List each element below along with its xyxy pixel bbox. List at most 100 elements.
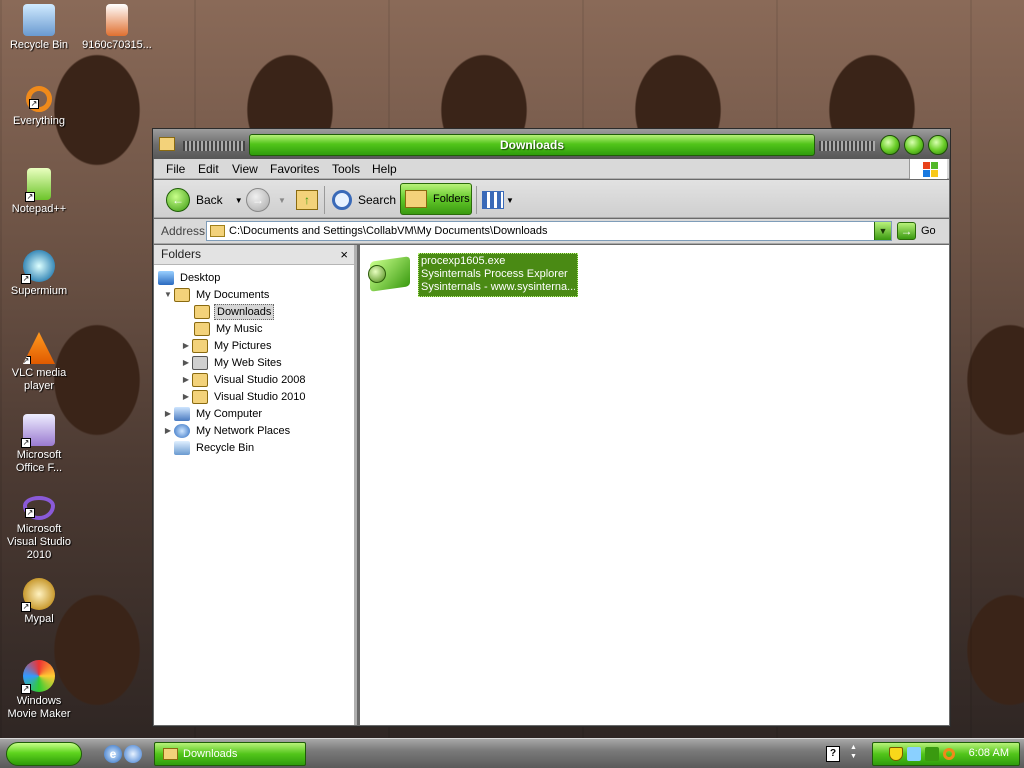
tree-item-visual-studio-2008[interactable]: ▶ Visual Studio 2008 (180, 371, 308, 388)
tree-item-my-computer[interactable]: ▶ My Computer (162, 405, 264, 422)
safely-remove-icon[interactable] (925, 747, 939, 761)
address-label: Address (161, 224, 206, 238)
menu-bar: File Edit View Favorites Tools Help (154, 159, 949, 179)
close-icon[interactable]: × (340, 245, 348, 264)
search-button[interactable]: Search (332, 187, 396, 213)
menu-file[interactable]: File (166, 162, 185, 176)
desktop-icon-recycle-bin[interactable]: Recycle Bin (0, 4, 78, 52)
network-icon[interactable] (907, 747, 921, 761)
address-input[interactable]: C:\Documents and Settings\CollabVM\My Do… (206, 221, 892, 241)
menu-edit[interactable]: Edit (198, 162, 219, 176)
toolbar-separator (476, 186, 477, 214)
go-arrow-icon: → (897, 222, 916, 240)
folder-icon (194, 304, 210, 319)
folders-button[interactable]: Folders (400, 183, 472, 215)
desktop-icon-notepadpp[interactable]: ↗ Notepad++ (0, 168, 78, 216)
go-label: Go (921, 225, 936, 237)
address-bar: Address C:\Documents and Settings\Collab… (154, 219, 949, 244)
title-bar[interactable]: Downloads (153, 129, 950, 159)
clock[interactable]: 6:08 AM (969, 747, 1009, 759)
tree-item-my-network-places[interactable]: ▶ My Network Places (162, 422, 292, 439)
desktop-icon-supermium[interactable]: ↗ Supermium (0, 250, 78, 298)
expand-arrow-icon[interactable]: ▶ (162, 409, 174, 418)
desktop-icon-visual-studio[interactable]: ↗ Microsoft Visual Studio 2010 (0, 496, 78, 562)
expand-arrow-icon[interactable]: ▶ (162, 426, 174, 435)
process-explorer-icon (366, 253, 414, 297)
music-folder-icon (194, 321, 210, 336)
expand-arrow-icon[interactable]: ▶ (180, 392, 192, 401)
expand-arrow-icon[interactable]: ▶ (180, 375, 192, 384)
file-list-pane[interactable]: procexp1605.exe Sysinternals Process Exp… (360, 245, 949, 725)
close-button[interactable] (928, 135, 948, 155)
tree-item-visual-studio-2010[interactable]: ▶ Visual Studio 2010 (180, 388, 308, 405)
expand-arrow-icon[interactable]: ▶ (180, 358, 192, 367)
internet-explorer-icon[interactable]: e (104, 745, 122, 763)
taskbar-button-label: Downloads (183, 748, 238, 760)
views-button[interactable]: ▼ (482, 187, 514, 213)
desktop-icon-vlc[interactable]: ↗ VLC media player (0, 332, 78, 393)
file-name: procexp1605.exe (421, 255, 506, 267)
tree-item-my-documents[interactable]: ▼ My Documents (162, 286, 271, 303)
internet-explorer-quicklaunch-icon[interactable] (124, 745, 142, 763)
menu-help[interactable]: Help (372, 162, 397, 176)
archive-file-icon (106, 4, 128, 36)
go-button[interactable]: → Go (897, 222, 936, 240)
folders-pane-header: Folders × (154, 245, 354, 265)
help-icon[interactable]: ? (826, 746, 840, 762)
start-button[interactable] (6, 742, 82, 766)
search-icon (332, 190, 352, 210)
desktop-icon-archive[interactable]: 9160c70315... (78, 4, 156, 52)
my-documents-icon (174, 287, 190, 302)
tree-item-my-web-sites[interactable]: ▶ My Web Sites (180, 354, 284, 371)
tree-item-my-pictures[interactable]: ▶ My Pictures (180, 337, 273, 354)
mypal-browser-icon: ↗ (21, 578, 55, 612)
folders-label: Folders (433, 193, 470, 205)
taskbar-button-downloads[interactable]: Downloads (154, 742, 306, 766)
file-item[interactable]: procexp1605.exe Sysinternals Process Exp… (366, 253, 578, 297)
notepad-plus-plus-icon: ↗ (25, 168, 51, 202)
file-details: procexp1605.exe Sysinternals Process Exp… (418, 253, 578, 297)
views-dropdown-icon[interactable]: ▼ (506, 196, 514, 205)
menu-favorites[interactable]: Favorites (270, 162, 319, 176)
tree-item-downloads[interactable]: Downloads (194, 303, 275, 320)
back-arrow-icon: ← (166, 188, 190, 212)
title-grip-right (819, 141, 875, 151)
folders-pane: Folders × Desktop ▼ My Documents Downloa… (154, 245, 357, 725)
menu-view[interactable]: View (232, 162, 258, 176)
toolbar: ← Back ▼ → ▼ ↑ Search Folders ▼ (154, 180, 949, 218)
folder-icon (192, 389, 208, 404)
desktop-icon (158, 270, 174, 285)
title-grip-left (183, 141, 245, 151)
collapse-arrow-icon[interactable]: ▼ (162, 290, 174, 299)
tray-scroll-icon[interactable]: ▲ ▼ (850, 743, 857, 761)
address-dropdown-button[interactable]: ▼ (874, 222, 891, 240)
tree-item-desktop[interactable]: Desktop (158, 269, 222, 286)
explorer-window[interactable]: Downloads File Edit View Favorites Tools… (152, 128, 951, 727)
forward-arrow-icon: → (246, 188, 270, 212)
views-grid-icon (482, 191, 504, 209)
minimize-button[interactable] (880, 135, 900, 155)
folder-up-icon: ↑ (296, 190, 318, 210)
up-button[interactable]: ↑ (296, 187, 318, 213)
tree-item-my-music[interactable]: My Music (194, 320, 264, 337)
my-computer-icon (174, 406, 190, 421)
forward-button[interactable]: → ▼ (246, 187, 286, 213)
expand-arrow-icon[interactable]: ▶ (180, 341, 192, 350)
back-button[interactable]: ← Back ▼ (166, 187, 243, 213)
toolbar-separator (324, 186, 325, 214)
desktop-icon-everything[interactable]: ↗ Everything (0, 86, 78, 128)
desktop-icon-mypal[interactable]: ↗ Mypal (0, 578, 78, 626)
desktop-icon-office[interactable]: ↗ Microsoft Office F... (0, 414, 78, 475)
menu-tools[interactable]: Tools (332, 162, 360, 176)
system-tray: 6:08 AM (872, 742, 1020, 766)
desktop-icon-movie-maker[interactable]: ↗ Windows Movie Maker (0, 660, 78, 721)
forward-dropdown-icon[interactable]: ▼ (278, 196, 286, 205)
movie-maker-icon: ↗ (21, 660, 55, 694)
maximize-button[interactable] (904, 135, 924, 155)
tree-item-recycle-bin[interactable]: Recycle Bin (174, 439, 256, 456)
everything-tray-icon[interactable] (943, 748, 955, 760)
file-description: Sysinternals Process Explorer (421, 268, 568, 280)
folder-icon (192, 372, 208, 387)
security-shield-icon[interactable] (889, 747, 903, 761)
back-dropdown-icon[interactable]: ▼ (235, 196, 243, 205)
